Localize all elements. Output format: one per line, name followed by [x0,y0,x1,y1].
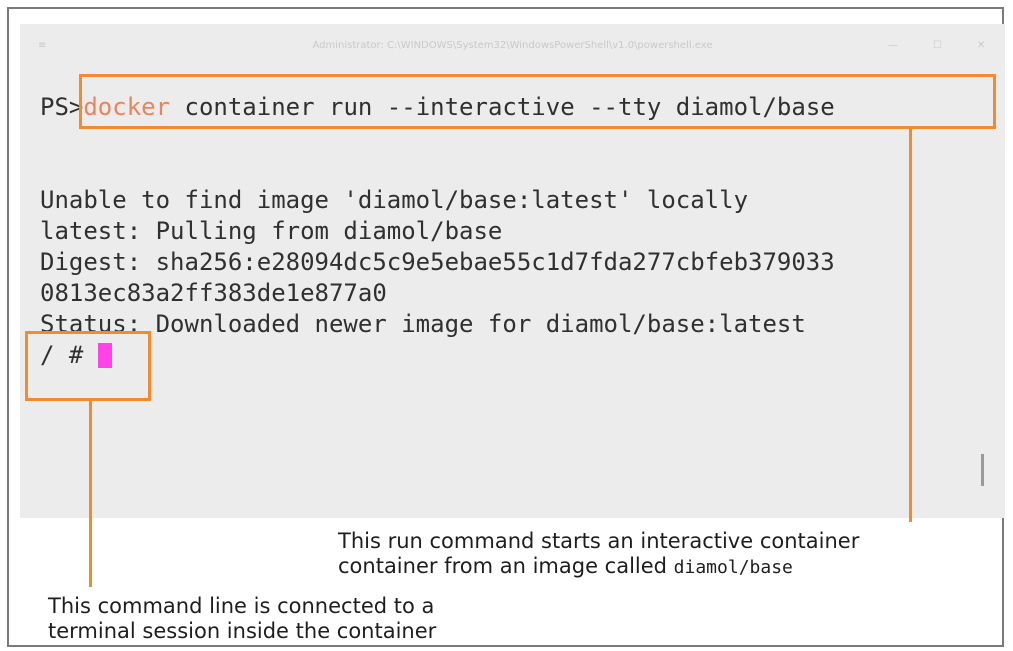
scrollbar-thumb[interactable] [981,454,984,486]
annotation-line: container from an image called diamol/ba… [338,554,859,580]
command-highlight-box [79,74,996,129]
output-line: 0813ec83a2ff383de1e877a0 [40,279,387,307]
terminal-output[interactable]: Unable to find image 'diamol/base:latest… [40,185,835,371]
run-command-annotation: This run command starts an interactive c… [338,529,859,580]
title-bar[interactable]: ≡ Administrator: C:\WINDOWS\System32\Win… [20,24,1005,68]
shell-prompt-line: / # [40,340,835,371]
output-line: Digest: sha256:e28094dc5c9e5ebae55c1d7fd… [40,248,835,276]
output-line: latest: Pulling from diamol/base [40,217,503,245]
annotation-line: This run command starts an interactive c… [338,529,860,553]
close-button[interactable]: ✕ [977,24,985,68]
minimize-button[interactable]: — [888,24,898,68]
command-callout-line [909,127,912,522]
command-line-annotation: This command line is connected to a term… [48,594,436,644]
image-name-code: diamol/base [673,557,793,578]
annotation-line: This command line is connected to a [48,594,435,618]
prompt-highlight-box [25,331,151,401]
prompt-callout-line [89,399,92,587]
annotation-text: container from an image called [338,554,674,578]
annotation-line: terminal session inside the container [48,619,437,643]
maximize-button[interactable]: ☐ [933,24,942,68]
output-line: Unable to find image 'diamol/base:latest… [40,186,749,214]
output-line: Status: Downloaded newer image for diamo… [40,310,806,338]
window-title: Administrator: C:\WINDOWS\System32\Windo… [312,40,713,51]
ps-prompt: PS [40,93,69,121]
